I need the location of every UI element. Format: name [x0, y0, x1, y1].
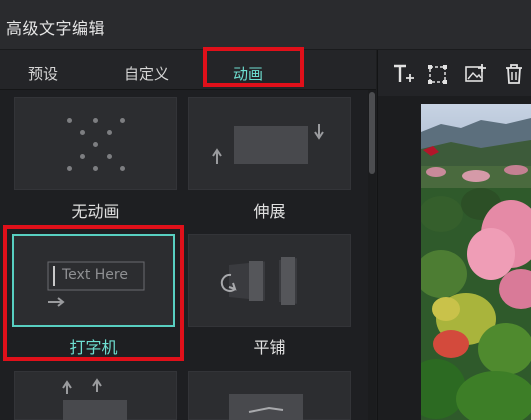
stretch-icon [212, 124, 324, 164]
window-title: 高级文字编辑 [6, 19, 106, 38]
animation-label-none: 无动画 [71, 202, 120, 221]
add-text-button[interactable] [391, 62, 415, 86]
animation-card-partial-2[interactable] [188, 371, 351, 420]
animation-label-tile: 平铺 [253, 338, 286, 357]
animation-list-scrollbar[interactable] [368, 90, 376, 420]
tab-presets[interactable]: 预设 [28, 63, 58, 84]
add-image-button[interactable] [464, 62, 488, 86]
tile-icon [220, 257, 309, 305]
tab-bar: 预设 自定义 动画 [0, 50, 376, 90]
scrollbar-thumb[interactable] [369, 92, 375, 174]
selection-highlight-box [3, 225, 184, 361]
no-animation-icon [15, 98, 178, 191]
preview-toolbar [378, 50, 531, 96]
animation-card-stretch[interactable] [188, 97, 351, 190]
video-preview[interactable] [421, 104, 531, 420]
delete-icon [506, 64, 522, 84]
animation-card-none[interactable] [14, 97, 177, 190]
crop-select-icon [428, 65, 447, 84]
title-bar: 高级文字编辑 [0, 0, 531, 50]
crop-select-button[interactable] [426, 62, 450, 86]
landscape-preview-image [421, 104, 531, 420]
tab-highlight-box [203, 47, 304, 87]
slide-icon [229, 394, 303, 420]
animation-card-tile[interactable] [188, 234, 351, 327]
tab-custom[interactable]: 自定义 [124, 63, 169, 84]
add-text-icon [394, 64, 414, 82]
animation-label-stretch: 伸展 [253, 202, 286, 221]
rise-icon [62, 378, 127, 420]
add-image-icon [465, 64, 486, 82]
animation-card-partial-1[interactable] [14, 371, 177, 420]
delete-button[interactable] [502, 62, 526, 86]
